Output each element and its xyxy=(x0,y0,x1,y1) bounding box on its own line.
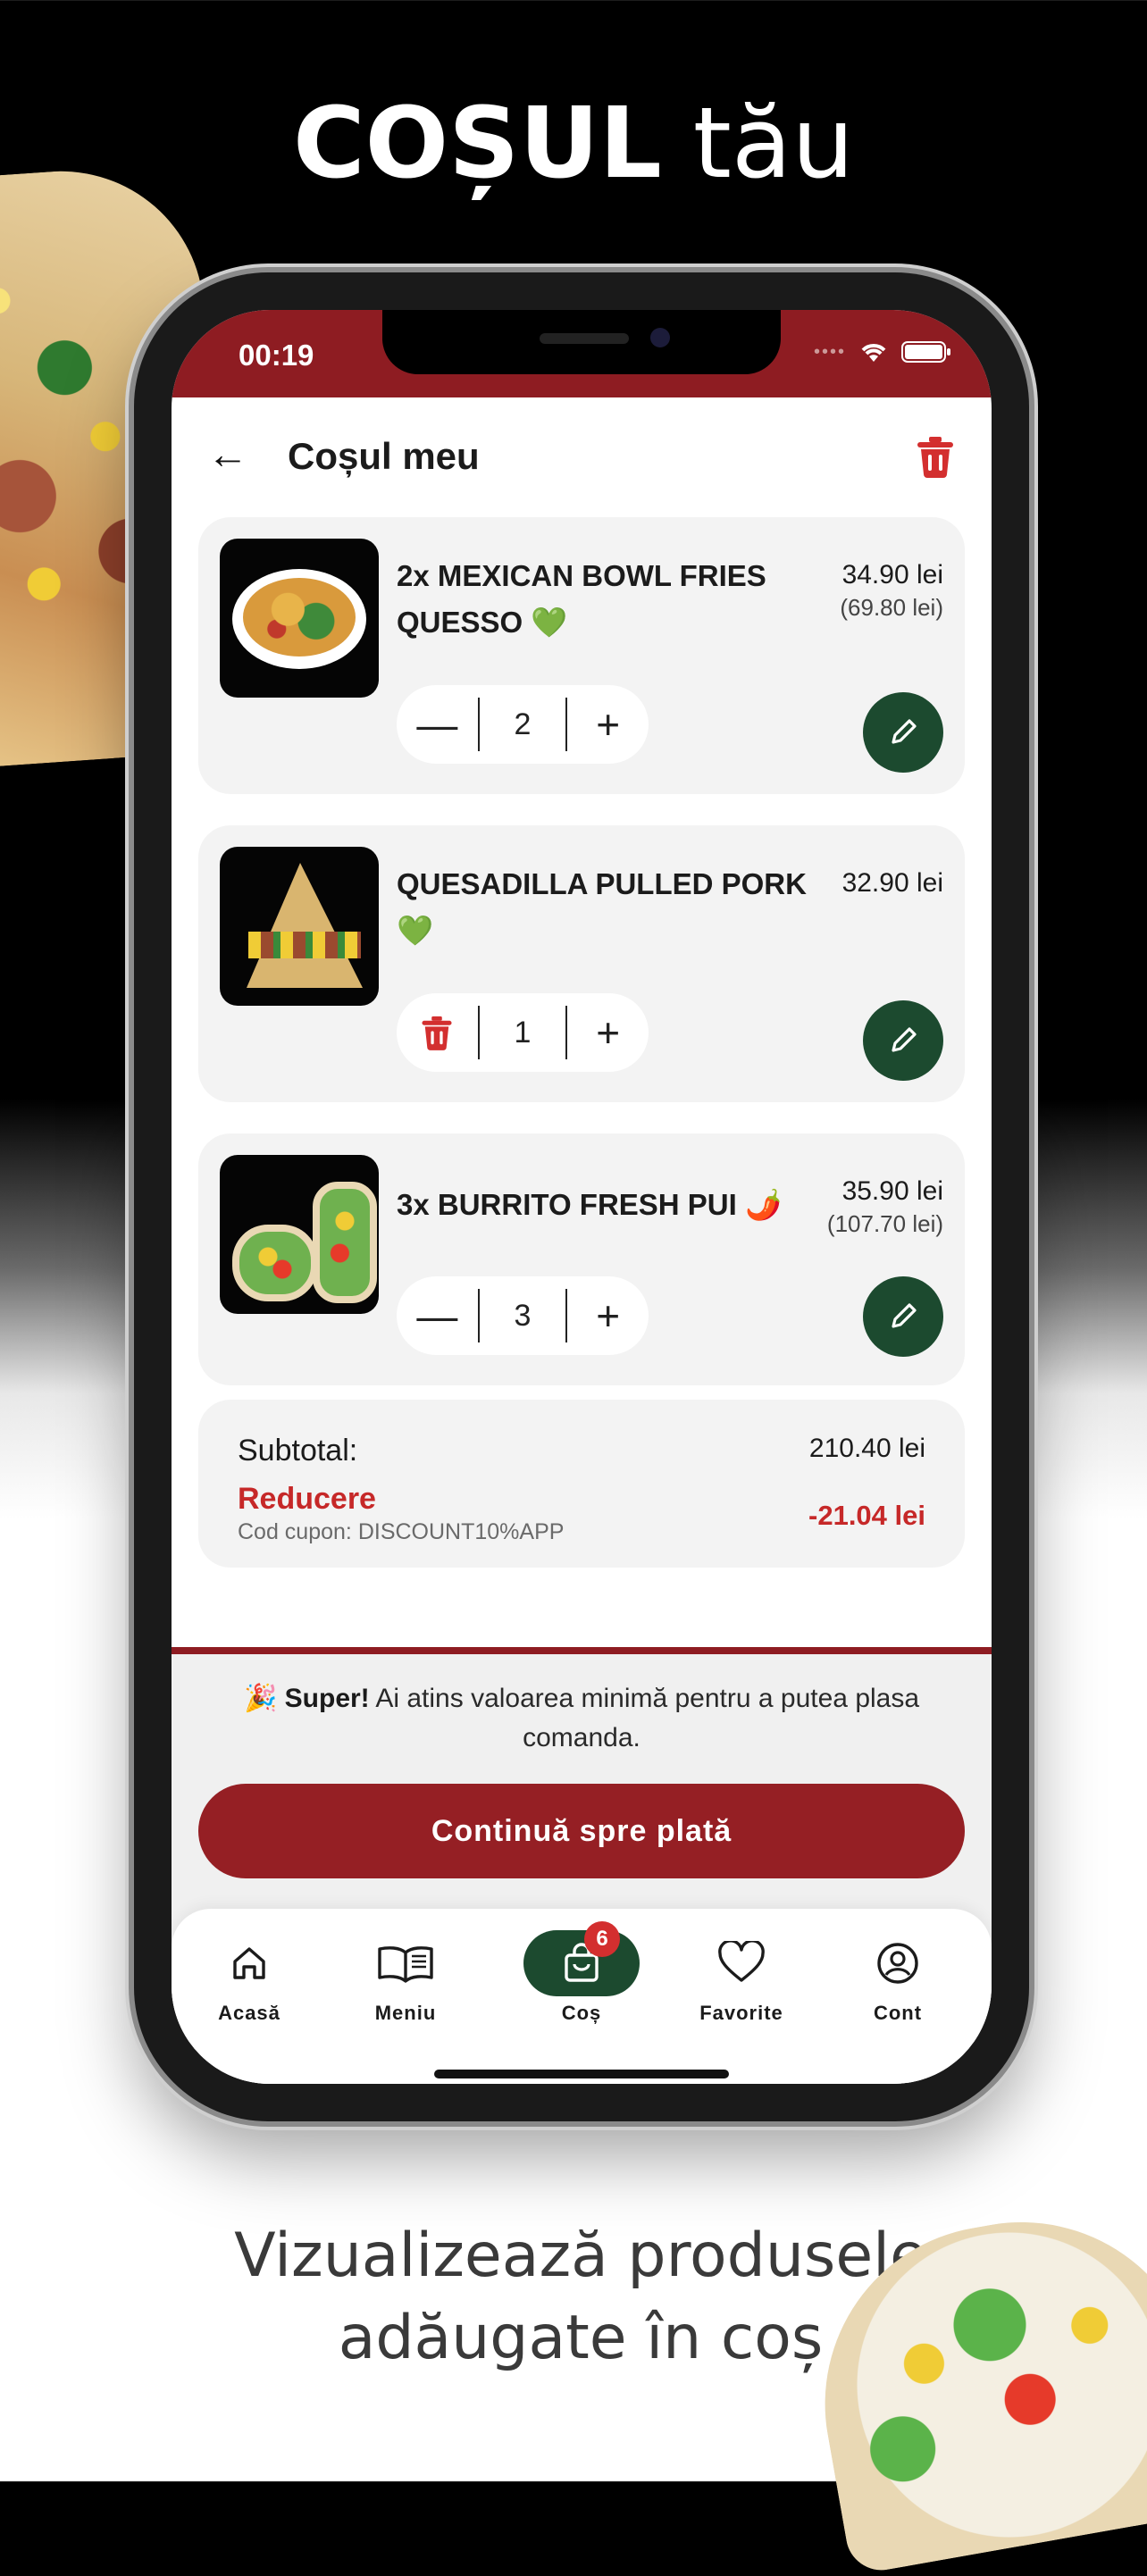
decrease-quantity-button[interactable]: — xyxy=(397,1276,478,1355)
cart-item-card: 2x MEXICAN BOWL FRIES QUESSO 💚 34.90 lei… xyxy=(198,517,965,794)
notice-text: Ai atins valoarea minimă pentru a putea … xyxy=(369,1684,920,1752)
edit-item-button[interactable] xyxy=(863,692,943,773)
item-total-price: (69.80 lei) xyxy=(840,594,943,621)
remove-item-button[interactable] xyxy=(397,993,478,1072)
open-book-icon xyxy=(378,1946,433,1983)
tab-cart[interactable]: 6 Coș xyxy=(515,1921,649,2025)
tab-home[interactable]: Acasă xyxy=(182,1932,316,2025)
user-circle-icon xyxy=(877,1943,918,1984)
quantity-value: 1 xyxy=(477,1006,568,1059)
cart-count-badge: 6 xyxy=(584,1921,620,1957)
item-emoji: 🌶️ xyxy=(744,1188,783,1221)
coupon-code-text: Cod cupon: DISCOUNT10%APP xyxy=(238,1519,565,1544)
headline-rest: tău xyxy=(692,86,855,200)
battery-icon xyxy=(901,341,950,363)
item-qty-prefix: 2x xyxy=(397,559,430,592)
party-popper-icon: 🎉 xyxy=(243,1684,278,1713)
item-image-burrito xyxy=(220,1155,379,1314)
item-price: 32.90 lei xyxy=(842,868,943,902)
back-arrow-icon[interactable]: ← xyxy=(207,430,248,478)
quantity-stepper: 1 + xyxy=(397,993,649,1072)
item-price: 34.90 lei (69.80 lei) xyxy=(840,560,943,622)
item-title: QUESADILLA PULLED PORK xyxy=(397,867,807,900)
quantity-stepper: — 2 + xyxy=(397,685,649,764)
app-screen: 00:19 •••• ← Coșul meu 2x MEXICAN BOWL F… xyxy=(172,310,992,2084)
home-icon xyxy=(233,1947,265,1979)
pencil-icon xyxy=(892,1303,917,1328)
app-header: ← Coșul meu xyxy=(172,408,992,498)
signal-icon: •••• xyxy=(813,341,846,362)
tab-favorites[interactable]: Favorite xyxy=(674,1932,808,2025)
item-name: QUESADILLA PULLED PORK 💚 xyxy=(397,861,825,954)
promo-headline: COȘUL tău xyxy=(0,85,1147,201)
tab-menu[interactable]: Meniu xyxy=(339,1932,473,2025)
increase-quantity-button[interactable]: + xyxy=(567,993,649,1072)
headline-bold: COȘUL xyxy=(292,86,662,200)
bottom-tab-bar: Acasă Meniu 6 Coș Favorite Cont xyxy=(172,1909,992,2084)
trash-icon xyxy=(422,1016,452,1050)
home-indicator xyxy=(434,2070,729,2078)
checkout-sheet: 🎉 Super! Ai atins valoarea minimă pentru… xyxy=(172,1647,992,2084)
order-summary: Subtotal: 210.40 lei Reducere Cod cupon:… xyxy=(198,1400,965,1568)
tab-account[interactable]: Cont xyxy=(831,1932,965,2025)
heart-icon xyxy=(718,1941,765,1982)
cart-tab-highlight: 6 xyxy=(523,1921,640,1996)
discount-value: -21.04 lei xyxy=(808,1500,925,1531)
item-unit-price: 32.90 lei xyxy=(841,868,943,898)
notice-bold: Super! xyxy=(284,1684,370,1713)
decrease-quantity-button[interactable]: — xyxy=(397,685,478,764)
item-title: BURRITO FRESH PUI xyxy=(437,1188,737,1221)
edit-item-button[interactable] xyxy=(863,1276,943,1357)
item-emoji: 💚 xyxy=(531,606,568,639)
item-image-mexican-bowl xyxy=(220,539,379,698)
tab-account-label: Cont xyxy=(873,2002,923,2024)
continue-to-payment-button[interactable]: Continuă spre plată xyxy=(198,1784,965,1878)
item-title: MEXICAN BOWL FRIES QUESSO xyxy=(397,559,766,639)
phone-frame: 00:19 •••• ← Coșul meu 2x MEXICAN BOWL F… xyxy=(134,272,1029,2121)
cart-item-card: 3x BURRITO FRESH PUI 🌶️ 35.90 lei (107.7… xyxy=(198,1133,965,1385)
page-title: Coșul meu xyxy=(288,435,480,477)
clear-cart-trash-icon[interactable] xyxy=(915,435,956,478)
item-image-quesadilla xyxy=(220,847,379,1006)
item-unit-price: 34.90 lei xyxy=(841,560,943,590)
quantity-stepper: — 3 + xyxy=(397,1276,649,1355)
quantity-value: 3 xyxy=(477,1289,568,1342)
item-price: 35.90 lei (107.70 lei) xyxy=(827,1176,943,1238)
item-unit-price: 35.90 lei xyxy=(841,1176,943,1206)
edit-item-button[interactable] xyxy=(863,1000,943,1081)
tab-favorites-label: Favorite xyxy=(699,2002,783,2024)
subtotal-value: 210.40 lei xyxy=(808,1434,925,1463)
increase-quantity-button[interactable]: + xyxy=(567,685,649,764)
subtotal-label: Subtotal: xyxy=(238,1434,358,1468)
status-time: 00:19 xyxy=(239,339,314,372)
tab-home-label: Acasă xyxy=(218,2002,280,2024)
item-name: 3x BURRITO FRESH PUI 🌶️ xyxy=(397,1182,825,1228)
quantity-value: 2 xyxy=(477,698,568,751)
item-total-price: (107.70 lei) xyxy=(826,1210,943,1237)
wifi-icon xyxy=(861,344,886,362)
tab-cart-label: Coș xyxy=(561,2002,602,2024)
item-name: 2x MEXICAN BOWL FRIES QUESSO 💚 xyxy=(397,553,825,646)
pencil-icon xyxy=(892,719,917,744)
status-icons: •••• xyxy=(814,340,951,364)
increase-quantity-button[interactable]: + xyxy=(567,1276,649,1355)
item-emoji: 💚 xyxy=(397,914,434,947)
camera-notch xyxy=(382,310,781,374)
pencil-icon xyxy=(892,1027,917,1052)
cart-item-card: QUESADILLA PULLED PORK 💚 32.90 lei 1 + xyxy=(198,825,965,1102)
minimum-order-notice: 🎉 Super! Ai atins valoarea minimă pentru… xyxy=(207,1679,956,1758)
discount-label: Reducere xyxy=(238,1482,376,1516)
item-qty-prefix: 3x xyxy=(397,1188,430,1221)
tab-menu-label: Meniu xyxy=(374,2002,437,2024)
